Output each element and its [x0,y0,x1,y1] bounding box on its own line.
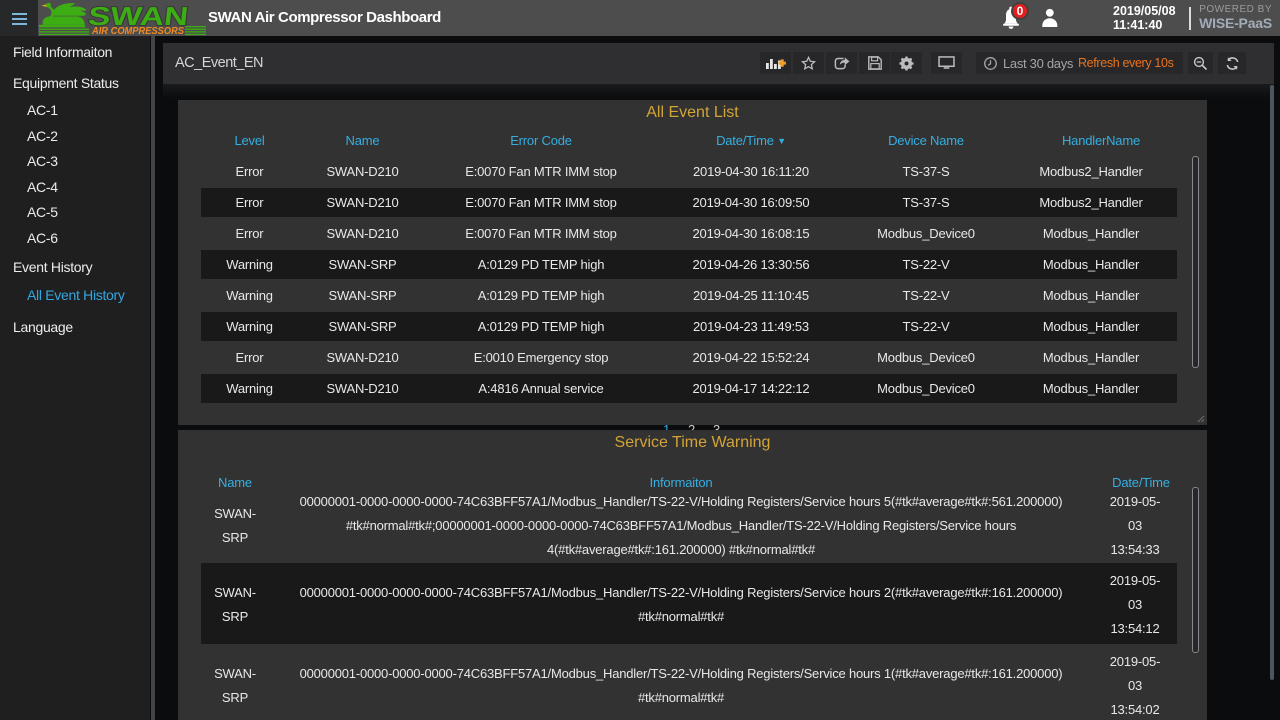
svg-text:AIR COMPRESSORS: AIR COMPRESSORS [91,25,184,36]
